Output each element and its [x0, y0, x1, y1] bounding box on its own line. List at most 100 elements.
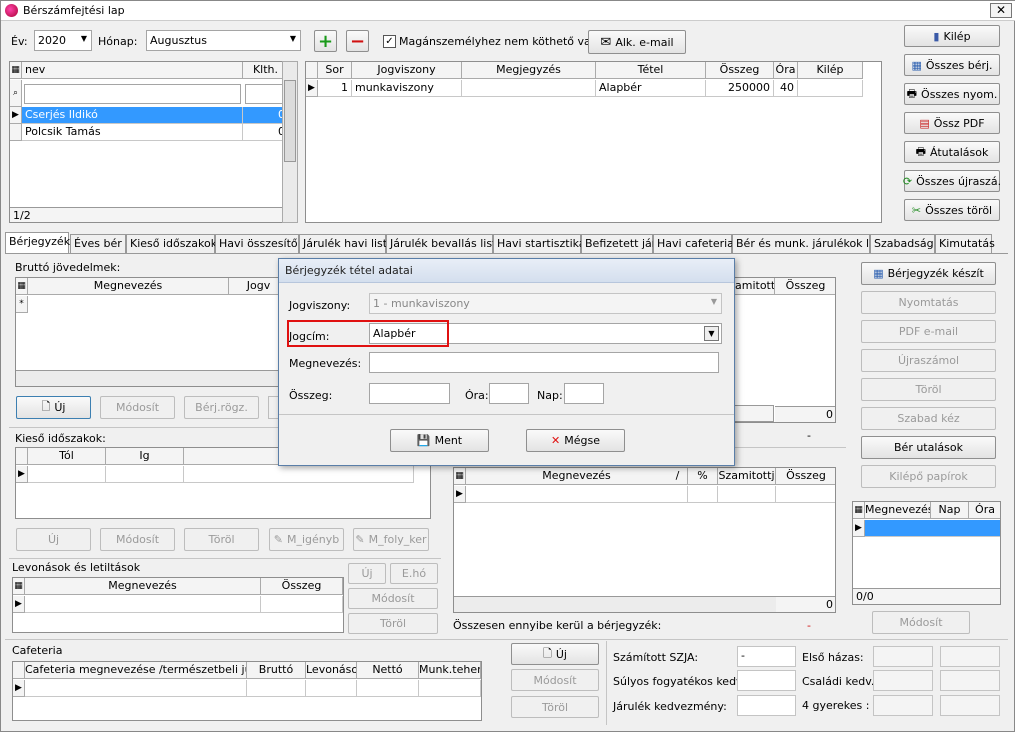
- employer-scrollbar[interactable]: [454, 596, 776, 612]
- tab-szabadsag[interactable]: Szabadság: [870, 234, 935, 253]
- ujraszamol-button[interactable]: Újraszámol: [861, 349, 996, 372]
- month-select[interactable]: Augusztus ▼: [146, 30, 301, 51]
- cell-me[interactable]: [184, 466, 414, 483]
- close-button[interactable]: ✕: [990, 3, 1012, 18]
- osszes-torol-button[interactable]: ✂ Összes töröl: [904, 199, 1000, 221]
- selected-row[interactable]: [865, 520, 1000, 537]
- cell-sor[interactable]: 1: [318, 80, 352, 97]
- nyomtatas-button[interactable]: Nyomtatás: [861, 291, 996, 314]
- cell-brutto[interactable]: [247, 680, 306, 697]
- jarulek-field[interactable]: [737, 695, 796, 716]
- megnevezes-input[interactable]: [369, 352, 719, 373]
- month-value: Augusztus: [150, 34, 207, 47]
- cell-megjegyzes[interactable]: [462, 80, 596, 97]
- levonas-new-button[interactable]: Új: [348, 563, 386, 584]
- cell-ig[interactable]: [106, 466, 184, 483]
- cell-megnevezes[interactable]: [466, 486, 688, 503]
- save-button[interactable]: 💾 Ment: [390, 429, 489, 452]
- szabad-kez-button[interactable]: Szabad kéz: [861, 407, 996, 430]
- brutto-modify-button[interactable]: Módosít: [100, 396, 175, 419]
- nap-input[interactable]: [564, 383, 604, 404]
- m-foly-ker-button[interactable]: ✎ M_foly_ker: [353, 528, 429, 551]
- levonas-delete-button[interactable]: Töröl: [348, 613, 438, 634]
- osszes-ujraszamol-button[interactable]: ⟳ Összes újraszá.: [903, 170, 1001, 192]
- cell-tetel[interactable]: Alapbér: [596, 80, 706, 97]
- cell-levonasok[interactable]: [306, 680, 357, 697]
- cell-munk-teher[interactable]: [419, 680, 481, 697]
- person-name[interactable]: Cserjés Ildikó: [22, 107, 243, 124]
- cell-osszeg[interactable]: [776, 486, 835, 503]
- tab-ber-munk[interactable]: Bér és munk. járulékok lista: [732, 234, 889, 253]
- eho-button[interactable]: E.hó: [390, 563, 438, 584]
- elso-hazas-field-2[interactable]: [940, 646, 1000, 667]
- berj-rogz-button[interactable]: Bérj.rögz.: [184, 396, 259, 419]
- osszes-berj-button[interactable]: ▦ Összes bérj.: [904, 54, 1000, 76]
- cell-osszeg[interactable]: [261, 596, 343, 613]
- brutto-new-button[interactable]: 🗋 Új: [16, 396, 91, 419]
- gyerekes-field[interactable]: [873, 695, 933, 716]
- scroll-thumb[interactable]: [284, 80, 296, 162]
- people-scrollbar[interactable]: [282, 61, 298, 223]
- year-select[interactable]: 2020 ▼: [34, 30, 92, 51]
- tab-befizetett[interactable]: Befizetett jár.: [581, 234, 659, 253]
- new-document-icon: 🗋: [543, 646, 552, 660]
- ora-input[interactable]: [489, 383, 529, 404]
- cell-netto[interactable]: [357, 680, 419, 697]
- cell-szamitott[interactable]: [718, 486, 776, 503]
- cafeteria-modify-button[interactable]: Módosít: [511, 669, 599, 691]
- kilepo-papirok-button[interactable]: Kilépő papírok: [861, 465, 996, 488]
- m-igenyb-button[interactable]: ✎ M_igényb: [269, 528, 344, 551]
- name-filter-input[interactable]: [24, 84, 241, 104]
- tab-kieso[interactable]: Kieső időszakok: [126, 234, 217, 253]
- tab-jarulek-havi[interactable]: Járulék havi lista: [299, 234, 394, 253]
- ossz-pdf-button[interactable]: ▤ Össz PDF: [904, 112, 1000, 134]
- cell-cafeteria[interactable]: [25, 680, 247, 697]
- cell-pct[interactable]: [688, 486, 718, 503]
- cancel-button[interactable]: ✕ Mégse: [526, 429, 625, 452]
- berjegyzek-keszit-button[interactable]: ▦ Bérjegyzék készít: [861, 262, 996, 285]
- private-checkbox[interactable]: ✓: [383, 35, 396, 48]
- osszeg-input[interactable]: [369, 383, 450, 404]
- email-button[interactable]: ✉ Alk. e-mail: [588, 30, 686, 54]
- leave-modify-button[interactable]: Módosít: [872, 611, 970, 634]
- csaladi-field[interactable]: [873, 670, 933, 691]
- jogviszony-select[interactable]: 1 - munkaviszony ▼: [369, 293, 722, 314]
- tab-havi-cafeteria[interactable]: Havi cafeteria: [653, 234, 734, 253]
- kilep-button[interactable]: ▮ Kilép: [904, 25, 1000, 47]
- remove-button[interactable]: −: [346, 30, 369, 52]
- tab-jarulek-bevallas[interactable]: Járulék bevallás lista: [386, 234, 503, 253]
- add-button[interactable]: +: [314, 30, 337, 52]
- cell-kilep[interactable]: [798, 80, 863, 97]
- cafeteria-new-button[interactable]: 🗋 Új: [511, 643, 599, 665]
- binoculars-icon: ⌕: [10, 80, 22, 107]
- atutalasok-button[interactable]: 🖶 Átutalások: [904, 141, 1000, 163]
- tab-havi-osszesito[interactable]: Havi összesítő: [215, 234, 299, 253]
- cell-megnevezes[interactable]: [25, 596, 261, 613]
- osszes-nyom-button[interactable]: 🖶 Összes nyom.: [904, 83, 1000, 105]
- tab-kimutatas[interactable]: Kimutatás: [935, 234, 995, 253]
- sulyos-field[interactable]: [737, 670, 796, 691]
- gyerekes-field-2[interactable]: [940, 695, 1000, 716]
- tab-havi-startisztika[interactable]: Havi startisztika: [493, 234, 586, 253]
- ber-utalasok-button[interactable]: Bér utalások: [861, 436, 996, 459]
- cell-tol[interactable]: [28, 466, 106, 483]
- kieso-modify-button[interactable]: Módosít: [100, 528, 175, 551]
- brutto-scrollbar[interactable]: [16, 370, 284, 386]
- klth-filter-input[interactable]: [245, 84, 287, 104]
- pdf-email-button[interactable]: PDF e-mail: [861, 320, 996, 343]
- kieso-new-button[interactable]: Új: [16, 528, 91, 551]
- cell-osszeg[interactable]: 250000: [706, 80, 774, 97]
- torol-button[interactable]: Töröl: [861, 378, 996, 401]
- tab-berjegyzek[interactable]: Bérjegyzék: [5, 232, 70, 254]
- person-name[interactable]: Polcsik Tamás: [22, 124, 243, 141]
- tab-eves-ber[interactable]: Éves bér: [70, 234, 126, 253]
- cafeteria-delete-button[interactable]: Töröl: [511, 696, 599, 718]
- csaladi-field-2[interactable]: [940, 670, 1000, 691]
- szja-field[interactable]: -: [737, 646, 796, 667]
- elso-hazas-field[interactable]: [873, 646, 933, 667]
- cell-jogviszony[interactable]: munkaviszony: [352, 80, 462, 97]
- kieso-delete-button[interactable]: Töröl: [184, 528, 259, 551]
- chevron-down-icon[interactable]: ▼: [704, 326, 719, 341]
- levonas-modify-button[interactable]: Módosít: [348, 588, 438, 609]
- cell-ora[interactable]: 40: [774, 80, 798, 97]
